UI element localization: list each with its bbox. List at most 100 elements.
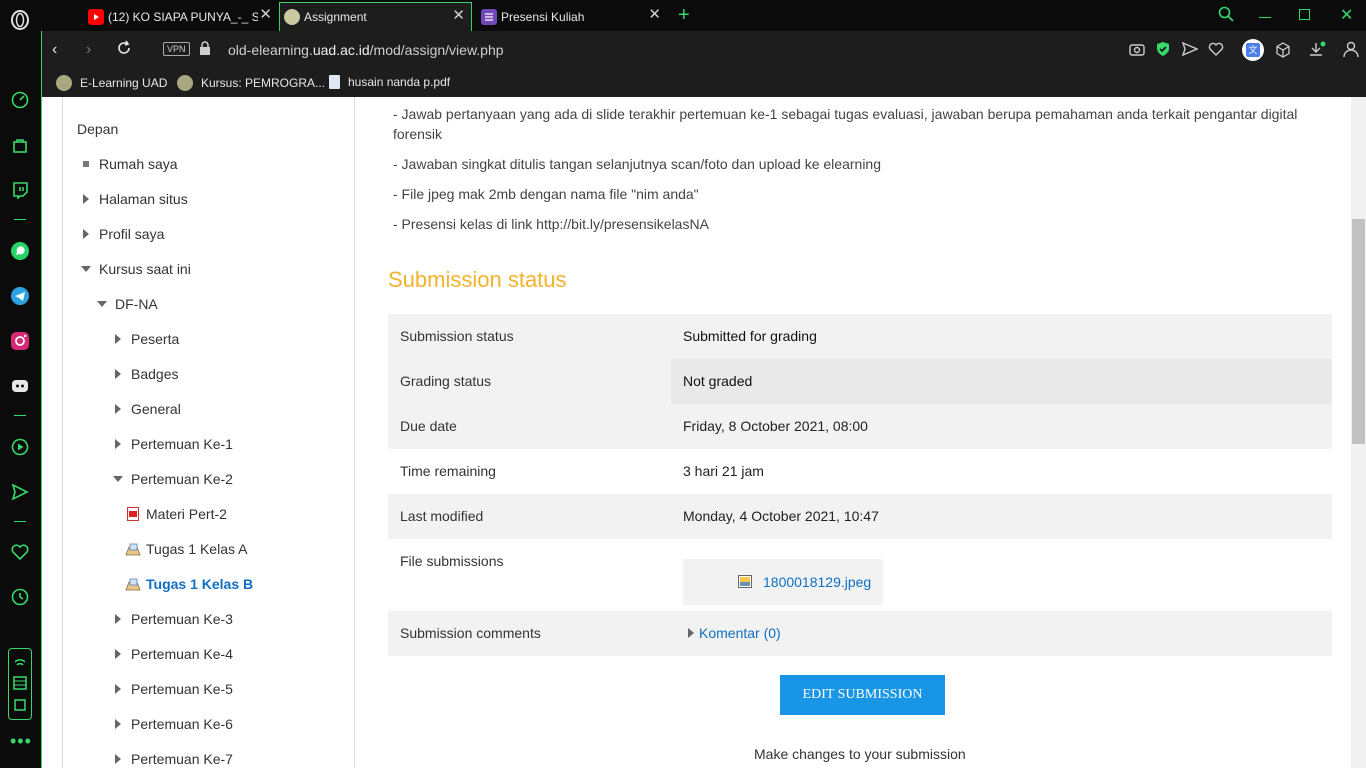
gx-control-panel[interactable] (8, 648, 32, 720)
nav-course-dfna[interactable]: DF-NA (97, 296, 158, 312)
expand-icon (115, 684, 121, 694)
nav-tugas-1-kelas-a[interactable]: Tugas 1 Kelas A (125, 541, 247, 557)
form-icon (481, 8, 497, 25)
tab-youtube[interactable]: (12) KO SIAPA PUNYA_-_ SH ✕ (84, 2, 278, 31)
lock-icon[interactable] (199, 41, 211, 60)
grading-status-value: Not graded (671, 359, 1332, 404)
bookmark-elearning[interactable]: E-Learning UAD (56, 75, 167, 91)
nav-pertemuan-2[interactable]: Pertemuan Ke-2 (113, 471, 233, 487)
uad-logo-icon (56, 75, 72, 91)
nav-pertemuan-3[interactable]: Pertemuan Ke-3 (115, 611, 233, 627)
heart-icon[interactable] (9, 541, 31, 563)
comments-toggle[interactable]: Komentar (0) (688, 611, 1349, 656)
url-field[interactable]: old-elearning.uad.ac.id/mod/assign/view.… (228, 42, 504, 58)
send-icon[interactable] (9, 481, 31, 503)
back-icon[interactable]: ‹ (52, 41, 57, 59)
nav-profil-saya[interactable]: Profil saya (83, 226, 164, 242)
expand-icon (115, 719, 121, 729)
tab-bar: (12) KO SIAPA PUNYA_-_ SH ✕ Assignment ✕… (41, 0, 1366, 31)
vpn-badge[interactable]: VPN (163, 42, 190, 56)
forward-icon[interactable]: › (86, 41, 91, 59)
expand-icon (115, 334, 121, 344)
nav-pertemuan-6[interactable]: Pertemuan Ke-6 (115, 716, 233, 732)
table-row-time-remaining: Time remaining 3 hari 21 jam (388, 449, 1332, 494)
nav-general[interactable]: General (115, 401, 181, 417)
profile-icon[interactable] (1342, 40, 1360, 63)
speed-dial-icon[interactable] (9, 89, 31, 111)
nav-pertemuan-5[interactable]: Pertemuan Ke-5 (115, 681, 233, 697)
intro-line-2: - Jawaban singkat ditulis tangan selanju… (393, 156, 881, 172)
submission-status-heading: Submission status (388, 267, 567, 292)
translate-icon[interactable]: 文 (1242, 39, 1264, 61)
youtube-icon (88, 8, 104, 25)
opera-logo-icon[interactable] (9, 9, 31, 31)
bookmark-heart-icon[interactable] (1208, 42, 1224, 61)
expand-icon (115, 754, 121, 764)
nav-halaman-situs[interactable]: Halaman situs (83, 191, 188, 207)
nav-pertemuan-1[interactable]: Pertemuan Ke-1 (115, 436, 233, 452)
submission-status-table: Submission status Submitted for grading … (388, 314, 1332, 656)
tab-label: Presensi Kuliah (501, 9, 585, 24)
share-icon[interactable] (1181, 41, 1199, 61)
nav-rumah-saya[interactable]: Rumah saya (82, 156, 178, 172)
cube-icon[interactable] (1275, 42, 1291, 63)
new-tab-icon[interactable]: + (678, 4, 690, 27)
nav-peserta[interactable]: Peserta (115, 331, 179, 347)
bookmark-pdf[interactable]: husain nanda p.pdf (329, 75, 450, 89)
navigation-block: Depan Rumah saya Halaman situs Profil sa… (62, 97, 355, 768)
document-icon (329, 75, 340, 89)
tab-presensi[interactable]: Presensi Kuliah ✕ (477, 2, 667, 31)
whatsapp-icon[interactable] (9, 240, 31, 262)
instagram-icon[interactable] (9, 330, 31, 352)
adblock-shield-icon[interactable] (1155, 41, 1171, 62)
expand-icon (83, 229, 89, 239)
bookmark-kursus[interactable]: Kursus: PEMROGRA... (177, 75, 325, 91)
browser-sidebar: ••• (0, 0, 41, 768)
close-icon[interactable]: ✕ (452, 8, 465, 23)
due-date-value: Friday, 8 October 2021, 08:00 (683, 418, 868, 434)
restore-icon[interactable] (1299, 9, 1310, 20)
more-icon[interactable]: ••• (10, 732, 32, 750)
player-icon[interactable] (9, 436, 31, 458)
shopping-bag-icon[interactable] (9, 134, 31, 156)
edit-submission-button[interactable]: EDIT SUBMISSION (780, 675, 945, 715)
table-row-submission-comments: Submission comments Komentar (0) (388, 611, 1332, 656)
reload-icon[interactable] (116, 40, 132, 61)
edit-submission-help: Make changes to your submission (754, 746, 966, 762)
time-remaining-value: 3 hari 21 jam (683, 463, 764, 479)
close-window-icon[interactable]: ✕ (1340, 5, 1353, 25)
close-icon[interactable]: ✕ (648, 7, 661, 22)
table-row-submission-status: Submission status Submitted for grading (388, 314, 1332, 359)
assignment-icon (125, 578, 141, 591)
history-icon[interactable] (9, 586, 31, 608)
nav-badges[interactable]: Badges (115, 366, 178, 382)
snapshot-icon[interactable] (1129, 42, 1145, 61)
minimize-icon[interactable] (1259, 17, 1271, 18)
nav-materi-pert-2[interactable]: Materi Pert-2 (127, 506, 227, 522)
nav-pertemuan-4[interactable]: Pertemuan Ke-4 (115, 646, 233, 662)
nav-kursus-saat-ini[interactable]: Kursus saat ini (81, 261, 191, 277)
close-icon[interactable]: ✕ (259, 7, 272, 22)
nav-tugas-1-kelas-b[interactable]: Tugas 1 Kelas B (125, 576, 253, 592)
nav-depan[interactable]: Depan (77, 121, 118, 137)
twitch-icon[interactable] (9, 179, 31, 201)
tab-assignment[interactable]: Assignment ✕ (279, 2, 472, 31)
table-row-due-date: Due date Friday, 8 October 2021, 08:00 (388, 404, 1332, 449)
expand-icon (115, 369, 121, 379)
file-link[interactable]: 1800018129.jpeg (763, 574, 871, 590)
collapse-icon (97, 301, 107, 307)
expand-icon (115, 404, 121, 414)
bullet-icon (83, 161, 89, 167)
search-tabs-icon[interactable] (1218, 6, 1234, 27)
discord-icon[interactable] (9, 375, 31, 397)
download-icon[interactable] (1308, 41, 1326, 64)
table-row-last-modified: Last modified Monday, 4 October 2021, 10… (388, 494, 1332, 539)
tab-label: Assignment (304, 10, 367, 24)
expand-icon (115, 439, 121, 449)
table-row-grading-status: Grading status Not graded (388, 359, 1332, 404)
intro-line-3: - File jpeg mak 2mb dengan nama file "ni… (393, 186, 699, 202)
telegram-icon[interactable] (9, 285, 31, 307)
nav-pertemuan-7[interactable]: Pertemuan Ke-7 (115, 751, 233, 767)
scrollbar[interactable] (1351, 97, 1366, 768)
scrollbar-thumb[interactable] (1352, 219, 1365, 444)
